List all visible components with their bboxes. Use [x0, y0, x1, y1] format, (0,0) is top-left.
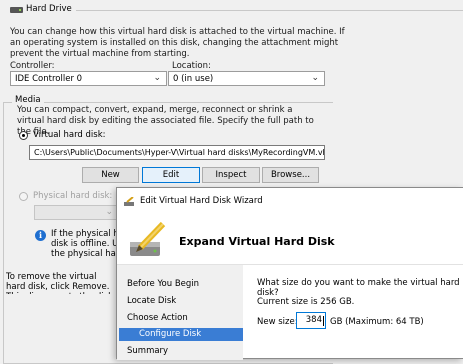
hard-drive-description: You can change how this virtual hard dis…: [10, 27, 345, 59]
remove-description: To remove the virtual hard disk, click R…: [6, 272, 113, 294]
browse-button[interactable]: Browse...: [262, 167, 319, 183]
location-select[interactable]: 0 (in use) ⌄: [168, 71, 325, 86]
info-line: disk is offline. Use: [51, 239, 117, 249]
wizard-title: Edit Virtual Hard Disk Wizard: [140, 196, 263, 206]
nav-choose-action[interactable]: Choose Action: [127, 313, 188, 323]
virtual-hard-disk-radio[interactable]: [19, 131, 28, 140]
hard-drive-title: Hard Drive: [26, 4, 72, 14]
controller-label: Controller:: [10, 61, 55, 71]
new-size-label: New size:: [257, 317, 298, 327]
wizard-nav: Before You Begin Locate Disk Choose Acti…: [117, 265, 243, 360]
info-icon: i: [35, 230, 46, 241]
edit-vhd-wizard: Edit Virtual Hard Disk Wizard Expand Vir…: [116, 187, 463, 360]
controller-select[interactable]: IDE Controller 0 ⌄: [10, 71, 167, 86]
new-size-input[interactable]: 384: [296, 312, 326, 329]
physical-disk-info: If the physical hard disk is offline. Us…: [51, 229, 117, 259]
nav-before-you-begin[interactable]: Before You Begin: [127, 279, 199, 289]
location-value: 0 (in use): [173, 74, 214, 84]
info-line: If the physical hard: [51, 229, 117, 239]
hard-drive-icon: [10, 7, 23, 13]
wizard-heading: Expand Virtual Hard Disk: [179, 235, 335, 248]
header-divider: [76, 10, 463, 11]
new-button[interactable]: New: [82, 167, 139, 183]
media-group-title: Media: [12, 95, 44, 105]
physical-hard-disk-label: Physical hard disk:: [33, 191, 113, 201]
edit-button[interactable]: Edit: [142, 167, 200, 183]
inspect-button[interactable]: Inspect: [202, 167, 260, 183]
wizard-titlebar: Edit Virtual Hard Disk Wizard: [117, 188, 463, 214]
virtual-hard-disk-label: Virtual hard disk:: [33, 130, 106, 140]
physical-disk-select[interactable]: ⌄: [34, 205, 119, 220]
disk-pencil-icon: [130, 221, 166, 256]
text-caret: [323, 316, 324, 326]
chevron-down-icon: ⌄: [153, 73, 161, 83]
hard-drive-header: Hard Drive: [0, 0, 463, 22]
vhd-path-input[interactable]: C:\Users\Public\Documents\Hyper-V\Virtua…: [29, 145, 325, 160]
chevron-down-icon: ⌄: [311, 73, 319, 83]
physical-hard-disk-radio[interactable]: [19, 192, 28, 201]
nav-locate-disk[interactable]: Locate Disk: [127, 296, 176, 306]
new-size-value: 384: [305, 315, 322, 325]
current-size: Current size is 256 GB.: [257, 297, 355, 307]
nav-configure-disk[interactable]: Configure Disk: [119, 328, 243, 341]
location-label: Location:: [172, 61, 211, 71]
chevron-down-icon: ⌄: [105, 207, 113, 217]
size-question: What size do you want to make the virtua…: [257, 278, 460, 298]
pencil-icon: [124, 197, 134, 206]
info-line: the physical hard: [51, 249, 117, 259]
size-unit: GB (Maximum: 64 TB): [330, 317, 424, 327]
nav-summary[interactable]: Summary: [127, 346, 168, 356]
controller-value: IDE Controller 0: [15, 74, 83, 84]
